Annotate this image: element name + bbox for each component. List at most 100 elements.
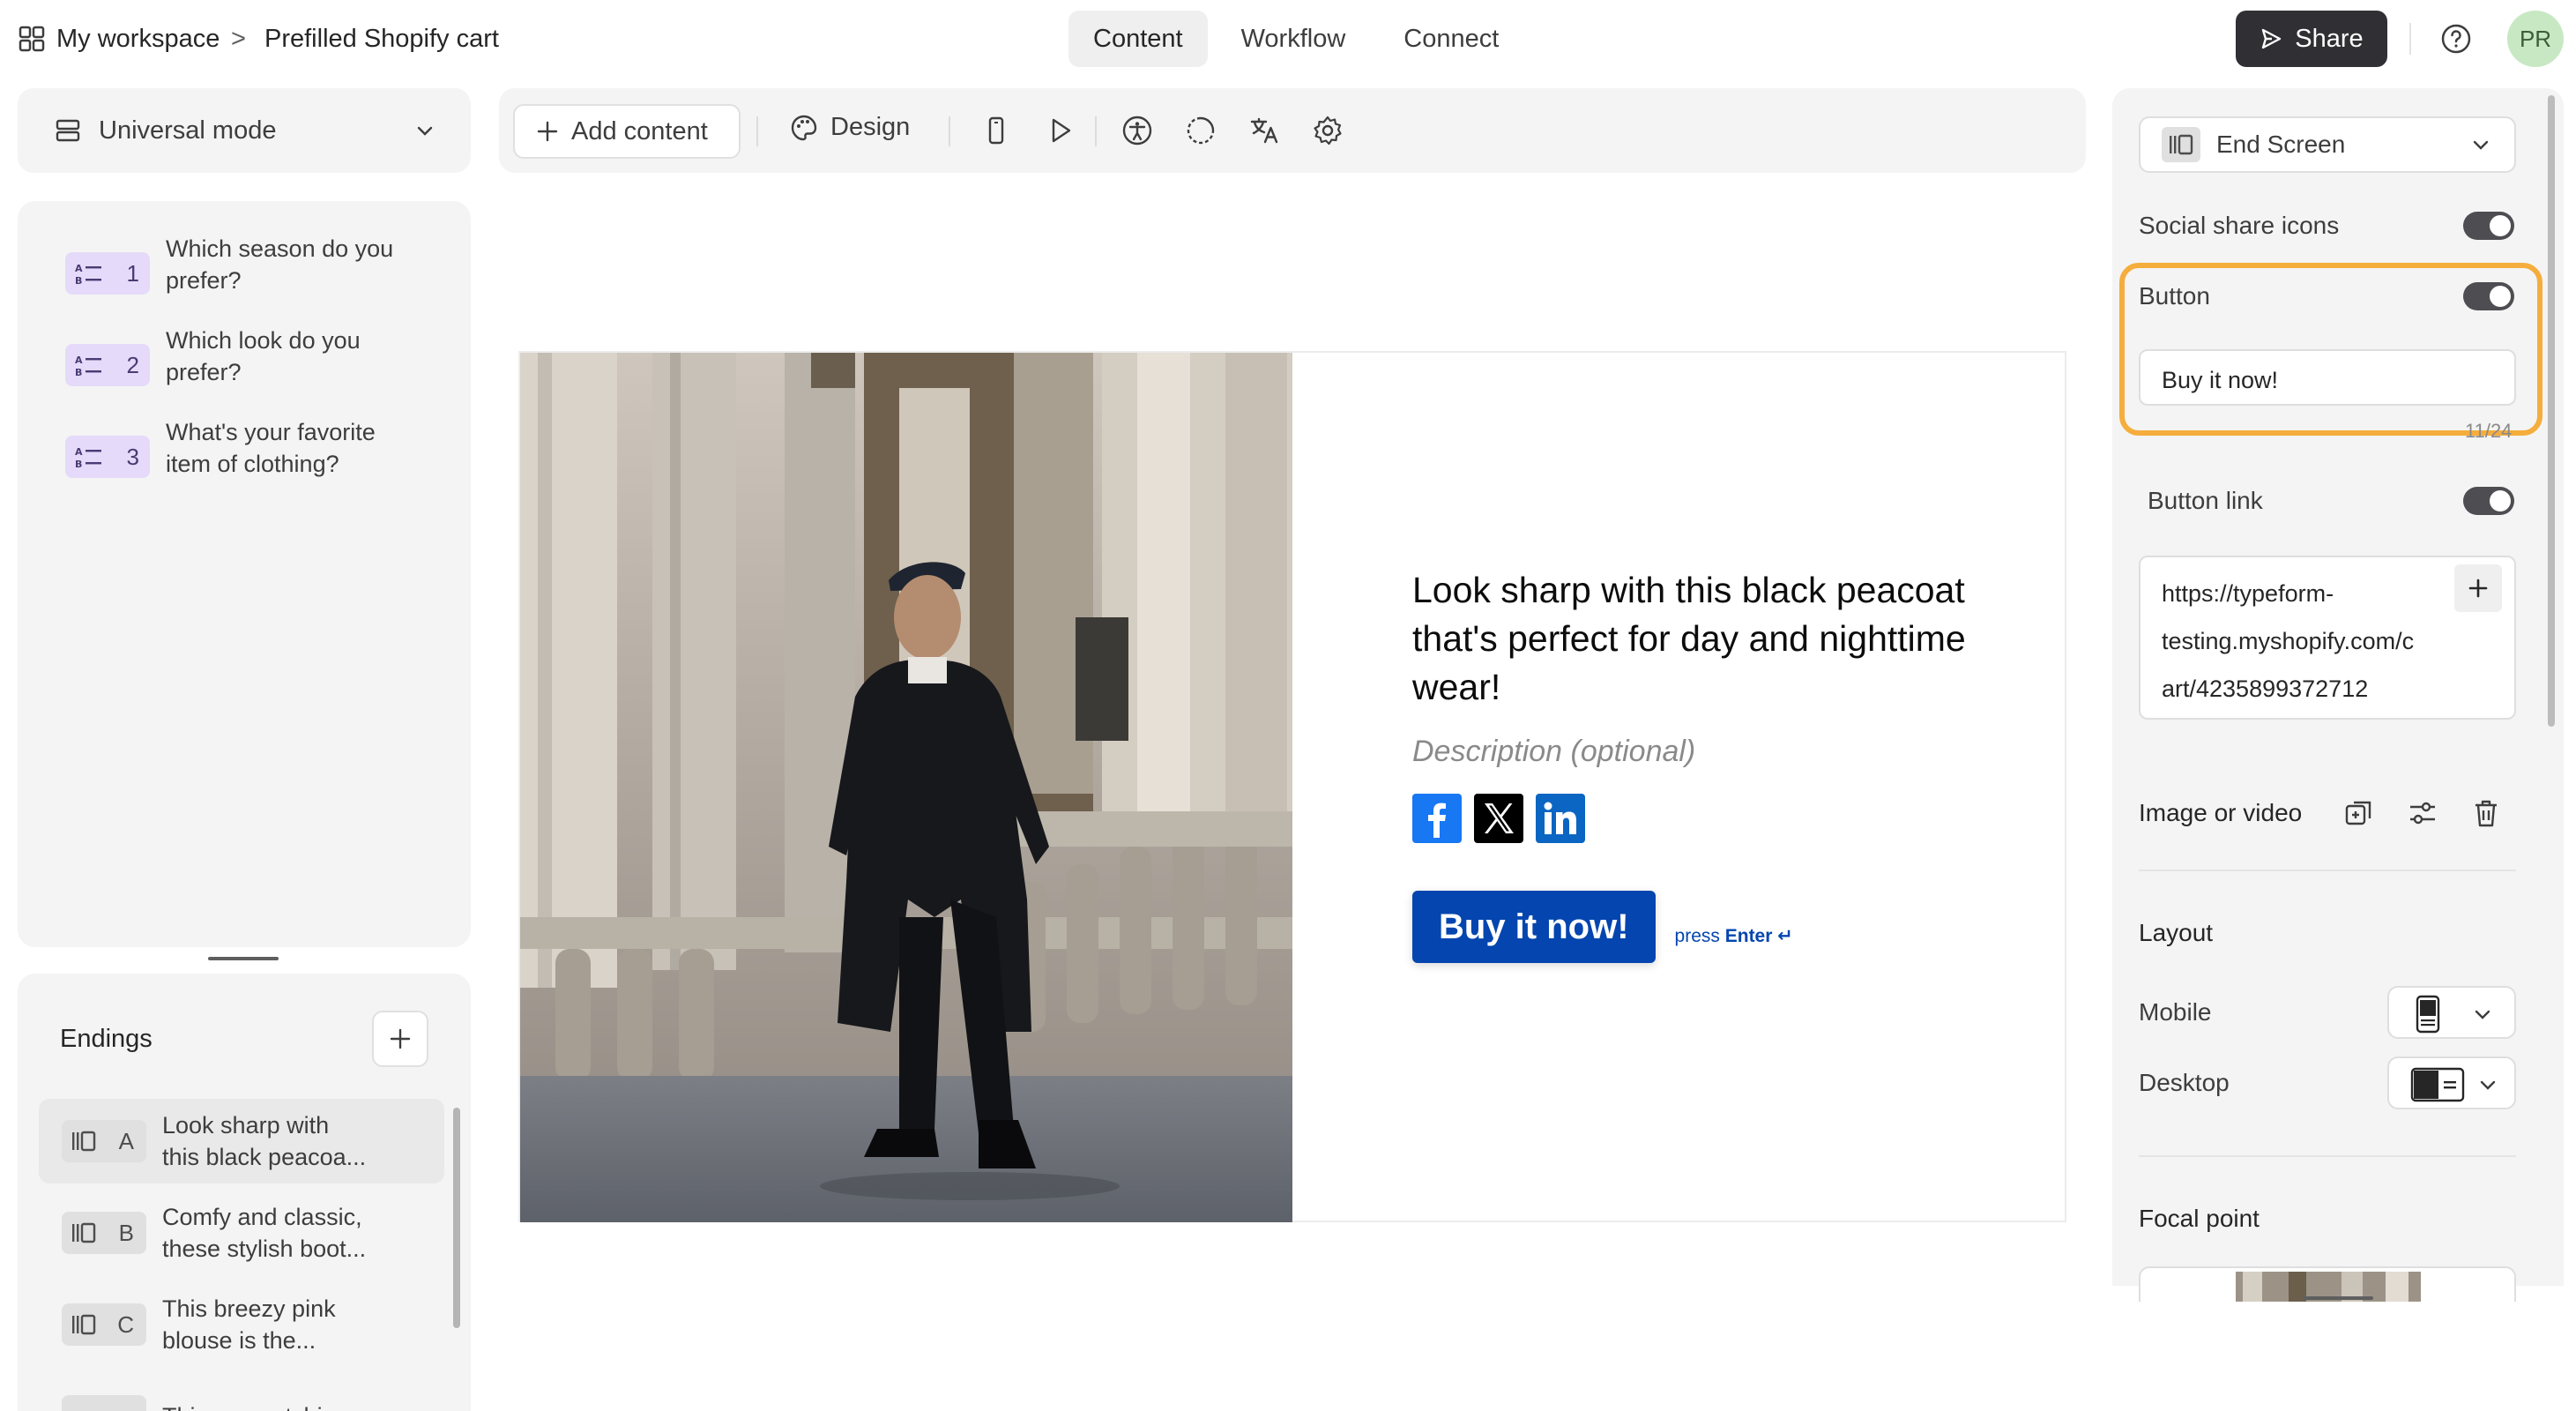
linkedin-icon[interactable] <box>1536 794 1585 843</box>
apps-grid-icon[interactable] <box>18 25 46 53</box>
question-badge: A B 3 <box>65 436 150 478</box>
button-link-toggle[interactable] <box>2463 487 2514 515</box>
question-text-line: Which season do you <box>166 235 394 262</box>
ending-text-line: This eye-catching <box>162 1400 349 1411</box>
insert-variable-button[interactable] <box>2454 564 2502 612</box>
button-text-counter: 11/24 <box>2465 420 2513 442</box>
svg-text:B: B <box>75 367 82 377</box>
facebook-icon[interactable] <box>1412 794 1462 843</box>
multiple-choice-icon: A B <box>75 263 101 286</box>
ending-photo[interactable] <box>520 353 1292 1222</box>
delete-trash-icon[interactable] <box>2470 797 2502 829</box>
mobile-layout-select[interactable] <box>2387 986 2516 1039</box>
question-text-line: Which look do you <box>166 327 361 354</box>
ending-text-line: Comfy and classic, <box>162 1204 362 1230</box>
adjust-image-icon[interactable] <box>2407 797 2438 829</box>
ending-text: This eye-catching <box>162 1400 349 1411</box>
screen-type-select[interactable]: End Screen <box>2139 116 2516 173</box>
breadcrumb-form-name[interactable]: Prefilled Shopify cart <box>264 21 499 56</box>
svg-text:B: B <box>75 459 82 469</box>
ending-badge: A <box>62 1120 146 1162</box>
loading-spinner-icon[interactable] <box>1185 115 1217 146</box>
share-button[interactable]: Share <box>2236 11 2387 67</box>
chevron-down-icon <box>417 126 433 136</box>
breadcrumb-separator: > <box>231 24 246 53</box>
send-icon <box>2262 28 2282 49</box>
cta-row: Buy it now! press Enter ↵ <box>1412 891 1977 963</box>
ending-item-d[interactable]: This eye-catching <box>39 1374 444 1411</box>
question-item-3[interactable]: A B 3 What's your favorite item of cloth… <box>65 416 453 496</box>
mobile-layout-icon <box>2416 995 2440 1034</box>
screen-type-label: End Screen <box>2216 131 2346 158</box>
ending-text: This breezy pink blouse is the... <box>162 1293 336 1356</box>
ending-text-line: this black peacoa... <box>162 1144 367 1170</box>
tab-connect[interactable]: Connect <box>1379 11 1523 67</box>
settings-scrollbar[interactable] <box>2548 95 2555 727</box>
press-enter-hint: press Enter ↵ <box>1675 925 1793 947</box>
x-twitter-icon[interactable] <box>1474 794 1523 843</box>
settings-divider <box>2139 870 2516 871</box>
tab-content[interactable]: Content <box>1068 11 1208 67</box>
toolbar-divider <box>756 116 758 146</box>
button-text-input[interactable]: Buy it now! <box>2139 349 2516 406</box>
editor-toolbar: Add content Design <box>499 88 2086 173</box>
button-link-label: Button link <box>2148 487 2263 514</box>
endings-scrollbar[interactable] <box>453 1108 460 1328</box>
palette-icon <box>791 115 817 140</box>
end-screen-icon <box>72 1131 96 1152</box>
panel-resize-handle[interactable] <box>208 957 279 960</box>
settings-gear-icon[interactable] <box>1312 115 1344 146</box>
button-label: Button <box>2139 282 2210 310</box>
ending-letter: A <box>118 1127 134 1154</box>
add-ending-button[interactable] <box>372 1011 428 1067</box>
ending-item-a[interactable]: A Look sharp with this black peacoa... <box>39 1099 444 1183</box>
chevron-down-icon <box>2475 1010 2490 1019</box>
desktop-layout-select[interactable] <box>2387 1056 2516 1109</box>
ending-item-c[interactable]: C This breezy pink blouse is the... <box>39 1282 444 1367</box>
tab-workflow[interactable]: Workflow <box>1217 11 1371 67</box>
play-preview-icon[interactable] <box>1044 115 1076 146</box>
endings-title: Endings <box>60 1025 153 1053</box>
button-link-line: art/4235899372712 <box>2162 676 2369 702</box>
buy-it-now-button[interactable]: Buy it now! <box>1412 891 1656 963</box>
mode-selector[interactable]: Universal mode <box>18 88 471 173</box>
plus-icon <box>390 1028 411 1049</box>
ending-item-b[interactable]: B Comfy and classic, these stylish boot.… <box>39 1191 444 1275</box>
social-share-toggle[interactable] <box>2463 212 2514 240</box>
button-toggle[interactable] <box>2463 282 2514 310</box>
question-badge: A B 2 <box>65 344 150 386</box>
mobile-preview-icon[interactable] <box>980 115 1012 146</box>
ending-heading[interactable]: Look sharp with this black peacoat that'… <box>1412 566 1977 712</box>
design-button[interactable]: Design <box>790 113 910 142</box>
questions-panel: A B 1 Which season do you prefer? A B 2 … <box>18 201 471 947</box>
question-text: Which look do you prefer? <box>166 325 361 404</box>
settings-resize-handle[interactable] <box>2303 1296 2373 1300</box>
help-icon[interactable] <box>2440 23 2472 55</box>
question-number: 3 <box>126 443 139 470</box>
layers-icon <box>56 119 80 142</box>
ending-description-placeholder[interactable]: Description (optional) <box>1412 735 1977 769</box>
question-number: 1 <box>126 259 139 287</box>
translate-icon[interactable] <box>1248 115 1280 146</box>
question-text-line: What's your favorite <box>166 419 376 445</box>
top-bar: My workspace > Prefilled Shopify cart Co… <box>0 0 2576 78</box>
share-label: Share <box>2295 24 2364 53</box>
plus-icon <box>537 121 558 142</box>
ending-text-line: Look sharp with <box>162 1112 330 1139</box>
add-content-button[interactable]: Add content <box>513 104 741 159</box>
user-avatar[interactable]: PR <box>2507 11 2564 67</box>
breadcrumb-workspace[interactable]: My workspace <box>56 21 220 56</box>
design-label: Design <box>830 113 911 141</box>
mode-label: Universal mode <box>99 116 277 145</box>
svg-text:B: B <box>75 275 82 286</box>
social-share-icons <box>1412 794 1977 843</box>
question-item-2[interactable]: A B 2 Which look do you prefer? <box>65 325 453 404</box>
question-number: 2 <box>126 351 139 378</box>
desktop-layout-label: Desktop <box>2139 1069 2230 1096</box>
question-text: What's your favorite item of clothing? <box>166 416 376 496</box>
mobile-layout-label: Mobile <box>2139 998 2212 1026</box>
replace-image-icon[interactable] <box>2343 797 2375 829</box>
question-item-1[interactable]: A B 1 Which season do you prefer? <box>65 233 453 312</box>
end-screen-icon <box>72 1222 96 1243</box>
accessibility-icon[interactable] <box>1121 115 1153 146</box>
